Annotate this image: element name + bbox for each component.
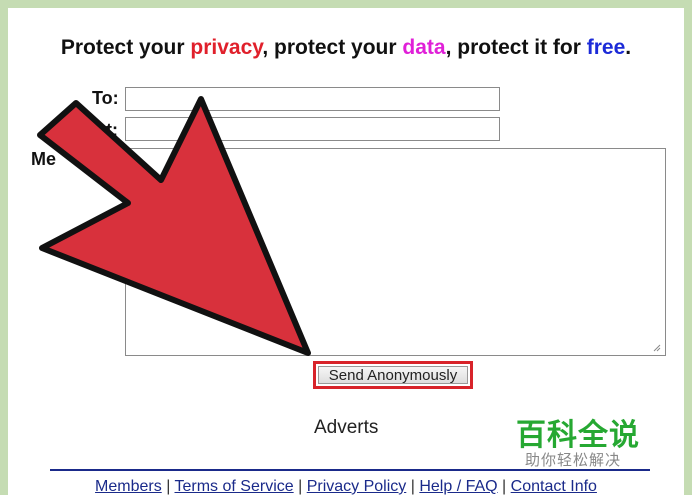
- to-input[interactable]: [125, 87, 500, 111]
- send-anonymously-button[interactable]: Send Anonymously: [318, 366, 468, 384]
- headline-word-privacy: privacy: [190, 36, 263, 59]
- message-label: Me: [31, 149, 57, 169]
- page-headline: Protect your privacy, protect your data,…: [8, 36, 684, 60]
- footer-separator: |: [410, 478, 415, 495]
- headline-word-data: data: [402, 36, 446, 59]
- adverts-label: Adverts: [314, 417, 379, 438]
- subject-input[interactable]: [125, 117, 500, 141]
- page-panel: Protect your privacy, protect your data,…: [8, 8, 684, 495]
- watermark-subtitle: 助你轻松解决: [525, 451, 622, 469]
- message-textarea[interactable]: [125, 148, 666, 356]
- footer-link-members[interactable]: Members: [95, 478, 162, 495]
- footer-link-privacy[interactable]: Privacy Policy: [307, 478, 407, 495]
- footer-link-terms[interactable]: Terms of Service: [175, 478, 294, 495]
- headline-part-2: , protect your: [262, 36, 403, 59]
- footer-link-contact[interactable]: Contact Info: [511, 478, 597, 495]
- headline-part-1: Protect your: [60, 36, 191, 59]
- footer-separator: |: [298, 478, 303, 495]
- headline-part-4: .: [625, 36, 632, 59]
- footer-separator: |: [502, 478, 507, 495]
- watermark-title: 百科全说: [516, 418, 640, 453]
- subject-label: t:: [106, 120, 118, 140]
- to-label: To:: [92, 88, 119, 108]
- footer-links: Members | Terms of Service | Privacy Pol…: [8, 478, 684, 495]
- headline-word-free: free: [586, 36, 626, 59]
- send-anonymously-highlight: Send Anonymously: [313, 361, 473, 389]
- resize-grip-icon[interactable]: [653, 344, 661, 352]
- footer-link-help[interactable]: Help / FAQ: [419, 478, 497, 495]
- footer-separator: |: [166, 478, 171, 495]
- headline-part-3: , protect it for: [445, 36, 587, 59]
